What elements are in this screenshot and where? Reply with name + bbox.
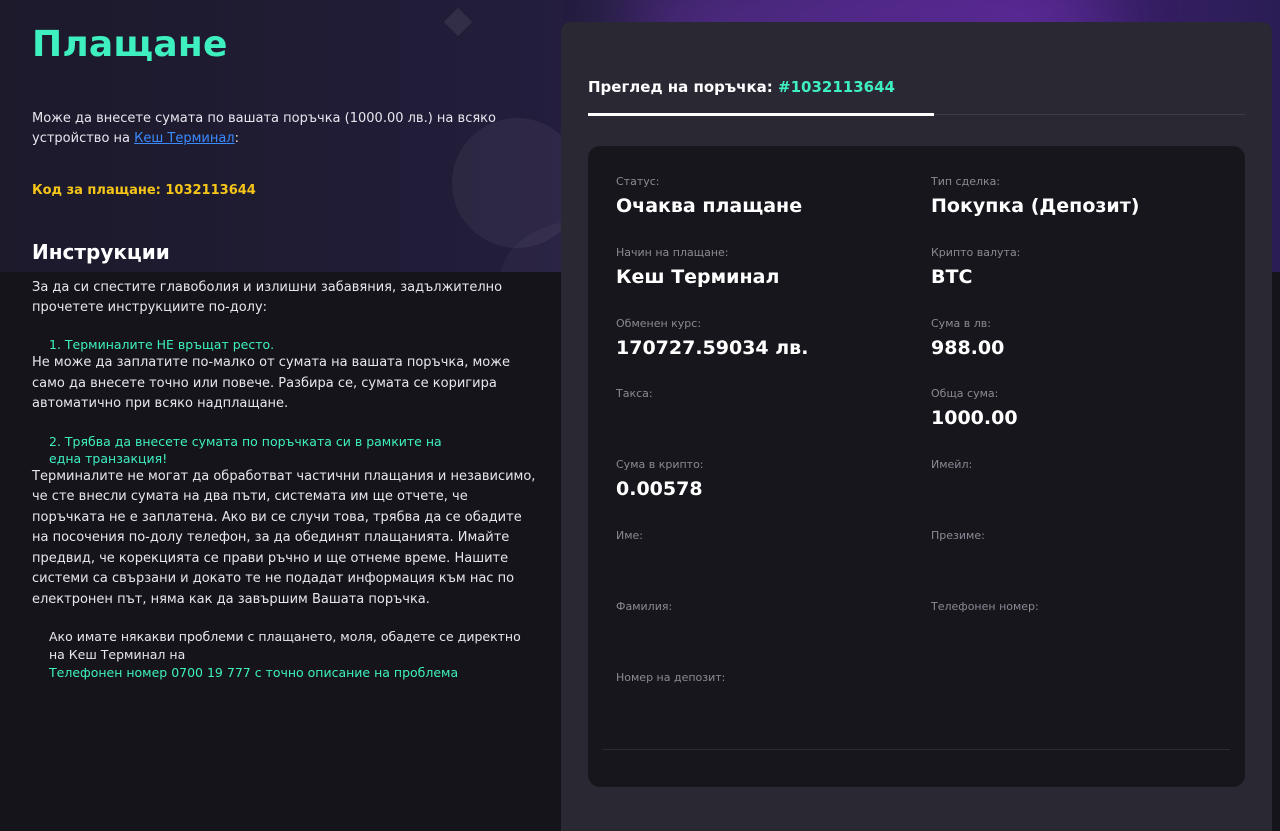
field-value: Кеш Терминал (616, 266, 780, 288)
intro-text: Може да внесете сумата по вашата поръчка… (32, 109, 537, 149)
field-label: Статус: (616, 175, 660, 188)
field-value: 1000.00 (931, 407, 1018, 429)
field-first-name: Име: (616, 529, 906, 549)
instruction-rule: 2. Трябва да внесете сумата по поръчката… (32, 433, 537, 611)
field-total: Обща сума: 1000.00 (931, 387, 1221, 429)
contact-info: Ако имате някакви проблеми с плащането, … (32, 628, 537, 682)
field-phone: Телефонен номер: (931, 600, 1221, 620)
intro-prefix: Може да внесете сумата по вашата поръчка… (32, 111, 496, 146)
field-label: Такса: (616, 387, 653, 400)
payment-instructions-column: Плащане Може да внесете сумата по вашата… (32, 24, 537, 682)
order-review-label: Преглед на поръчка: (588, 78, 779, 96)
field-deposit-number: Номер на депозит: (616, 671, 906, 691)
rule-body: Терминалите не могат да обработват части… (32, 468, 536, 607)
field-label: Телефонен номер: (931, 600, 1039, 613)
field-value: 988.00 (931, 337, 1005, 359)
order-review-tab[interactable]: Преглед на поръчка: #1032113644 (588, 78, 895, 96)
field-amount-crypto: Сума в крипто: 0.00578 (616, 458, 906, 500)
field-value: 170727.59034 лв. (616, 337, 809, 359)
field-fee: Такса: (616, 387, 906, 407)
field-status: Статус: Очаква плащане (616, 175, 906, 217)
order-number: #1032113644 (778, 78, 895, 96)
field-label: Обменен курс: (616, 317, 702, 330)
intro-suffix: : (234, 131, 240, 146)
field-value: Покупка (Депозит) (931, 195, 1140, 217)
field-deal-type: Тип сделка: Покупка (Депозит) (931, 175, 1221, 217)
field-label: Обща сума: (931, 387, 999, 400)
active-tab-indicator (588, 113, 934, 116)
field-label: Сума в крипто: (616, 458, 704, 471)
field-value: BTC (931, 266, 973, 288)
field-label: Презиме: (931, 529, 985, 542)
field-value: 0.00578 (616, 478, 703, 500)
contact-phone: Телефонен номер 0700 19 777 с точно опис… (49, 665, 459, 680)
field-exchange-rate: Обменен курс: 170727.59034 лв. (616, 317, 906, 359)
cash-terminal-link[interactable]: Кеш Терминал (134, 131, 234, 146)
field-label: Сума в лв: (931, 317, 991, 330)
contact-text: Ако имате някакви проблеми с плащането, … (49, 629, 521, 662)
field-value: Очаква плащане (616, 195, 803, 217)
field-last-name: Фамилия: (616, 600, 906, 620)
instructions-title: Инструкции (32, 240, 170, 264)
card-divider (603, 749, 1230, 750)
order-summary-panel: Преглед на поръчка: #1032113644 Статус: … (561, 22, 1272, 831)
instructions-intro: За да си спестите главоболия и излишни з… (32, 280, 503, 315)
rule-heading: 2. Трябва да внесете сумата по поръчката… (49, 433, 442, 466)
field-label: Фамилия: (616, 600, 673, 613)
order-details-card: Статус: Очаква плащане Тип сделка: Покуп… (588, 146, 1245, 787)
page-title: Плащане (32, 24, 228, 65)
field-label: Номер на депозит: (616, 671, 726, 684)
field-label: Тип сделка: (931, 175, 1001, 188)
field-label: Начин на плащане: (616, 246, 729, 259)
payment-code: Код за плащане: 1032113644 (32, 183, 256, 198)
field-payment-method: Начин на плащане: Кеш Терминал (616, 246, 906, 288)
field-label: Имейл: (931, 458, 973, 471)
field-crypto-currency: Крипто валута: BTC (931, 246, 1221, 288)
rule-heading: 1. Терминалите НЕ връщат ресто. (49, 337, 275, 352)
rule-body: Не може да заплатите по-малко от сумата … (32, 355, 510, 411)
field-middle-name: Презиме: (931, 529, 1221, 549)
field-label: Крипто валута: (931, 246, 1021, 259)
field-email: Имейл: (931, 458, 1221, 478)
field-label: Име: (616, 529, 644, 542)
instruction-rule: 1. Терминалите НЕ връщат ресто. Не може … (32, 336, 537, 415)
field-amount-bgn: Сума в лв: 988.00 (931, 317, 1221, 359)
